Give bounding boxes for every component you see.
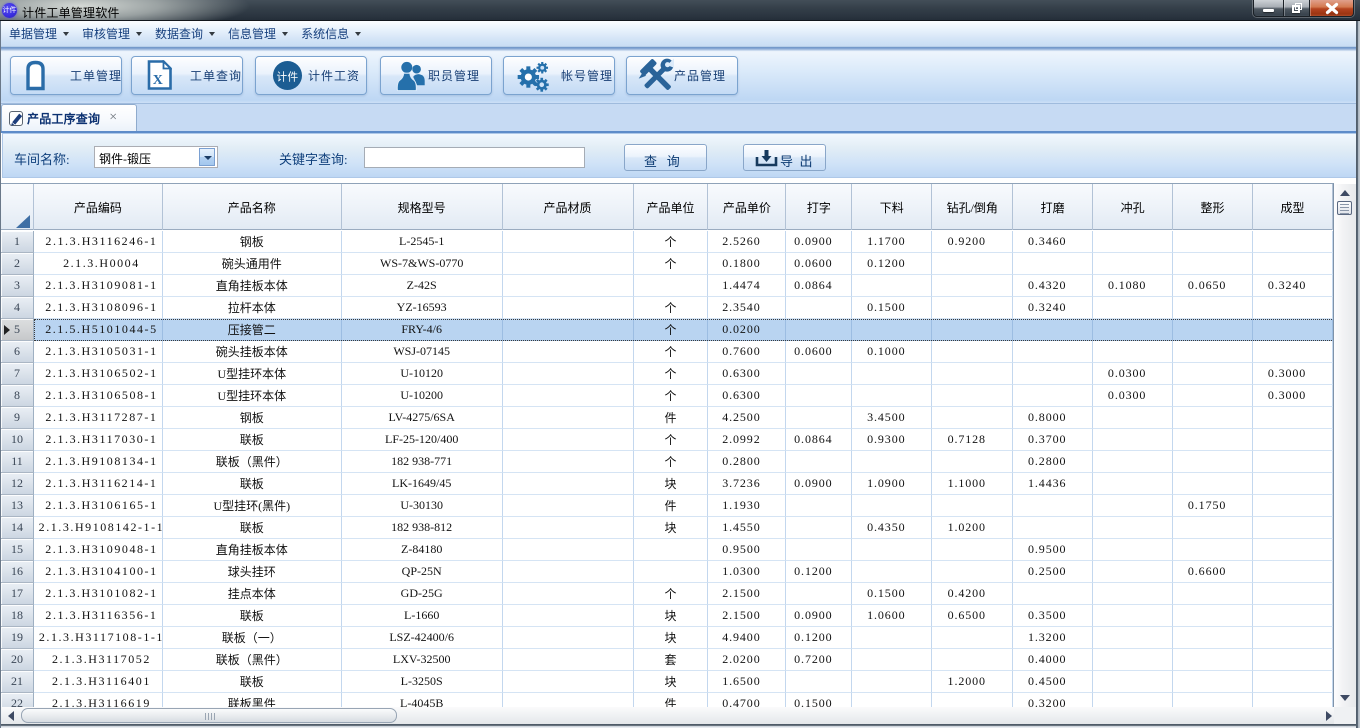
svg-text:X: X: [153, 73, 164, 88]
svg-text:计件: 计件: [276, 70, 298, 83]
